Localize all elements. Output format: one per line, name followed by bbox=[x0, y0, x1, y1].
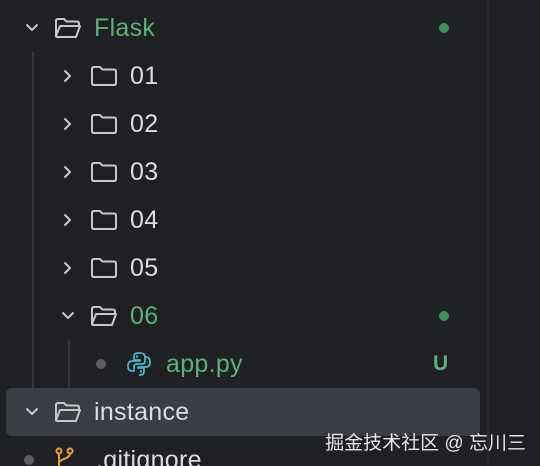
python-icon bbox=[126, 351, 152, 377]
folder-icon bbox=[90, 209, 118, 231]
file-bullet bbox=[96, 359, 106, 369]
file-bullet bbox=[24, 455, 34, 465]
chevron-down-icon[interactable] bbox=[60, 308, 76, 324]
tree-item-label: 03 bbox=[130, 157, 159, 186]
tree-item-label: app.py bbox=[166, 349, 243, 378]
folder-icon bbox=[90, 65, 118, 87]
tree-item-label: 06 bbox=[130, 301, 159, 330]
tree-item-folder-03[interactable]: 03 bbox=[0, 148, 490, 196]
tree-item-label: 02 bbox=[130, 109, 159, 138]
git-icon bbox=[54, 447, 76, 466]
tree-item-label: 01 bbox=[130, 61, 159, 90]
tree-item-label: instance bbox=[94, 397, 190, 426]
chevron-right-icon[interactable] bbox=[60, 68, 76, 84]
chevron-right-icon[interactable] bbox=[60, 260, 76, 276]
modified-dot bbox=[439, 23, 449, 33]
folder-open-icon bbox=[90, 305, 118, 327]
tree-item-flask[interactable]: Flask bbox=[0, 4, 490, 52]
folder-icon bbox=[90, 161, 118, 183]
tree-item-label: .gitignore bbox=[96, 445, 202, 466]
file-explorer: Flask 01 02 03 04 05 06 app.py U instanc… bbox=[0, 0, 540, 466]
tree-item-folder-02[interactable]: 02 bbox=[0, 100, 490, 148]
tree-item-label: 05 bbox=[130, 253, 159, 282]
folder-open-icon bbox=[54, 17, 82, 39]
tree-item-folder-06[interactable]: 06 bbox=[0, 292, 490, 340]
folder-icon bbox=[90, 113, 118, 135]
chevron-right-icon[interactable] bbox=[60, 164, 76, 180]
modified-dot bbox=[439, 311, 449, 321]
tree-item-folder-01[interactable]: 01 bbox=[0, 52, 490, 100]
tree-item-folder-04[interactable]: 04 bbox=[0, 196, 490, 244]
tree-item-file-app-py[interactable]: app.py U bbox=[0, 340, 490, 388]
folder-open-icon bbox=[54, 401, 82, 423]
watermark: 掘金技术社区 @ 忘川三 bbox=[325, 433, 526, 454]
tree-item-folder-05[interactable]: 05 bbox=[0, 244, 490, 292]
tree-item-label: Flask bbox=[94, 13, 156, 42]
chevron-right-icon[interactable] bbox=[60, 212, 76, 228]
tree-item-label: 04 bbox=[130, 205, 159, 234]
chevron-right-icon[interactable] bbox=[60, 116, 76, 132]
chevron-down-icon[interactable] bbox=[24, 404, 40, 420]
chevron-down-icon[interactable] bbox=[24, 20, 40, 36]
folder-icon bbox=[90, 257, 118, 279]
git-status-badge: U bbox=[433, 352, 449, 375]
